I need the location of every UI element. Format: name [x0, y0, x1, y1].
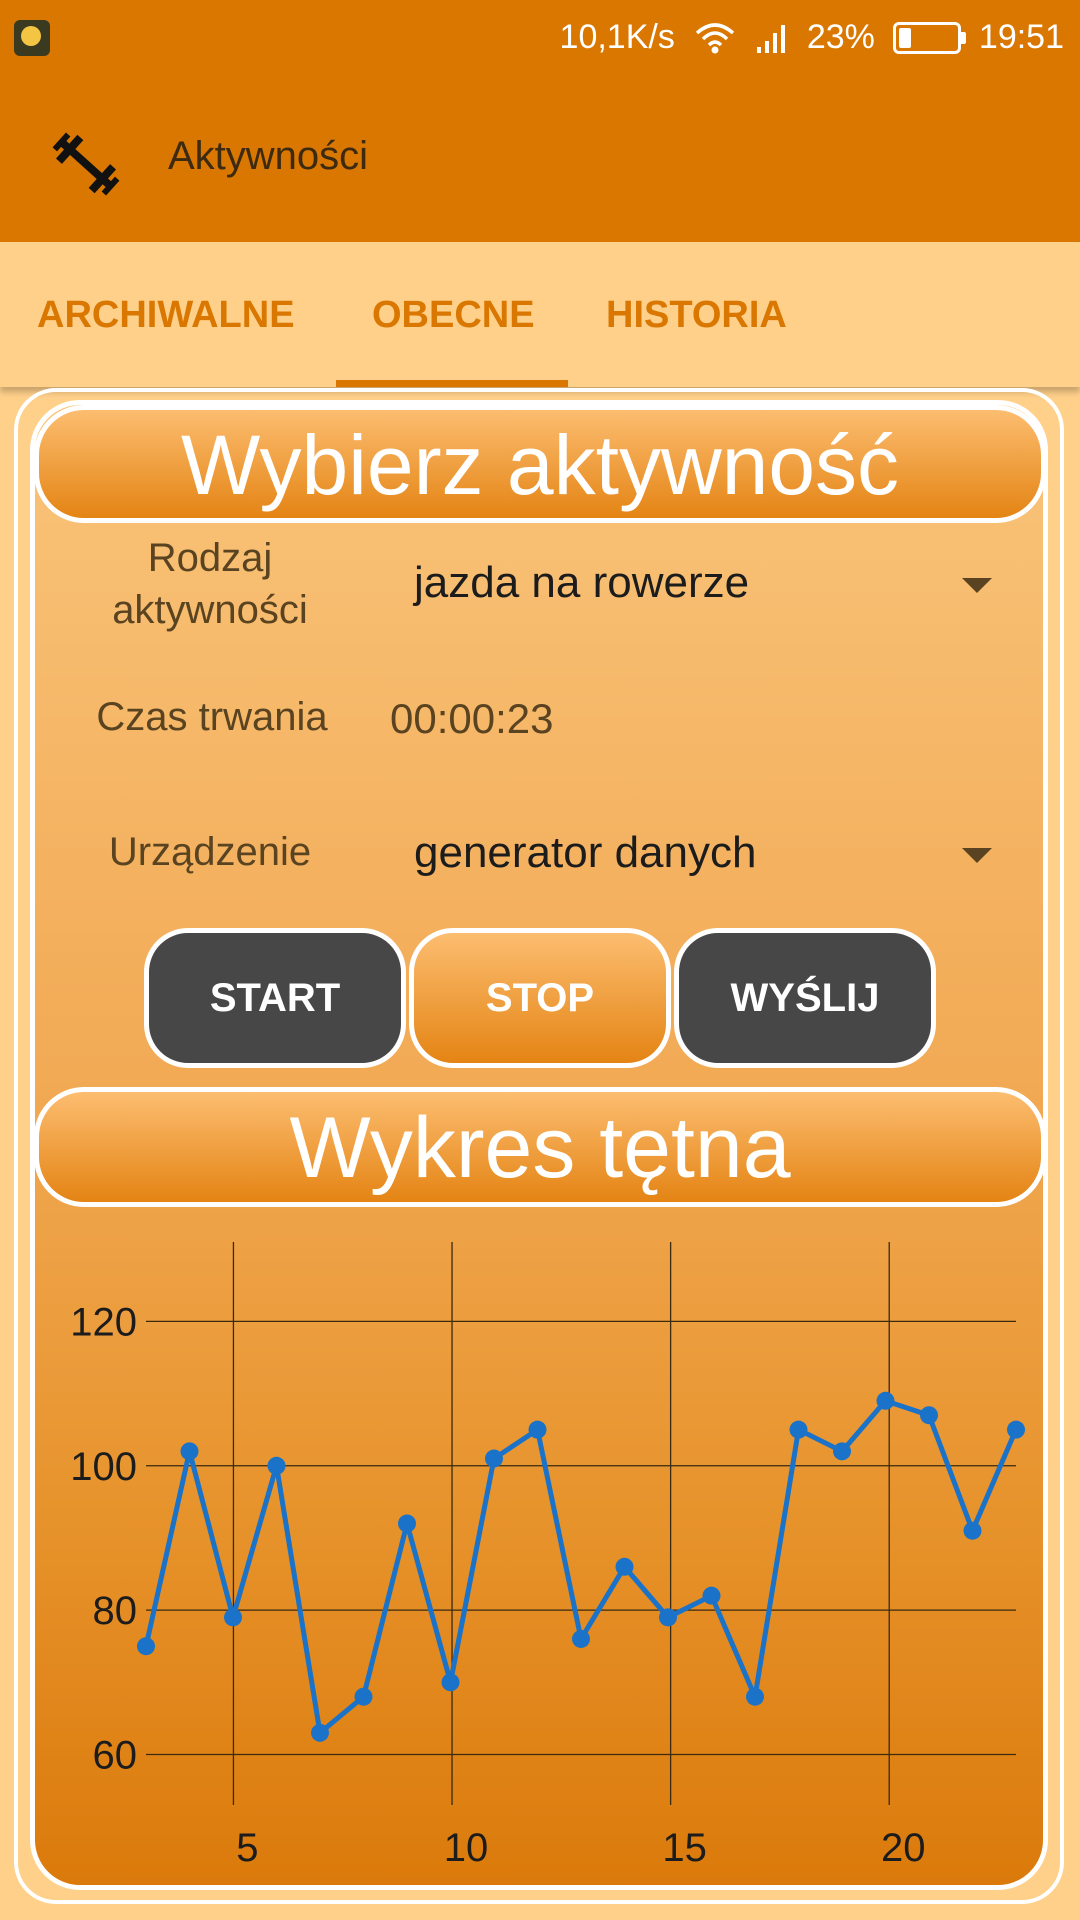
data-point — [267, 1456, 286, 1475]
data-point — [398, 1514, 416, 1533]
y-tick-label: 120 — [70, 1300, 137, 1344]
data-point — [180, 1442, 199, 1461]
x-tick-label: 10 — [444, 1826, 489, 1870]
data-point — [833, 1442, 851, 1461]
heart-rate-series-line — [143, 1398, 1019, 1736]
data-point — [789, 1420, 808, 1439]
data-point — [1007, 1420, 1025, 1439]
data-point — [485, 1449, 503, 1468]
data-point — [137, 1637, 155, 1656]
x-tick-label: 15 — [662, 1826, 707, 1870]
data-point — [876, 1391, 895, 1410]
x-tick-label: 5 — [236, 1826, 258, 1870]
data-point — [572, 1629, 590, 1648]
heart-rate-chart: 60 80 100 120 5 10 15 20 — [70, 1242, 1025, 1870]
x-tick-label: 20 — [881, 1826, 926, 1870]
data-point — [746, 1687, 764, 1706]
y-tick-label: 100 — [70, 1445, 137, 1489]
data-point — [920, 1406, 938, 1425]
y-tick-label: 60 — [93, 1733, 138, 1777]
data-point — [963, 1521, 982, 1540]
y-tick-label: 80 — [93, 1589, 138, 1633]
data-point — [224, 1608, 242, 1627]
data-point — [528, 1420, 547, 1439]
data-point — [702, 1586, 721, 1605]
data-point — [615, 1557, 634, 1576]
data-point — [354, 1687, 373, 1706]
data-point — [659, 1608, 677, 1627]
data-point — [311, 1723, 329, 1742]
data-point — [441, 1673, 460, 1692]
